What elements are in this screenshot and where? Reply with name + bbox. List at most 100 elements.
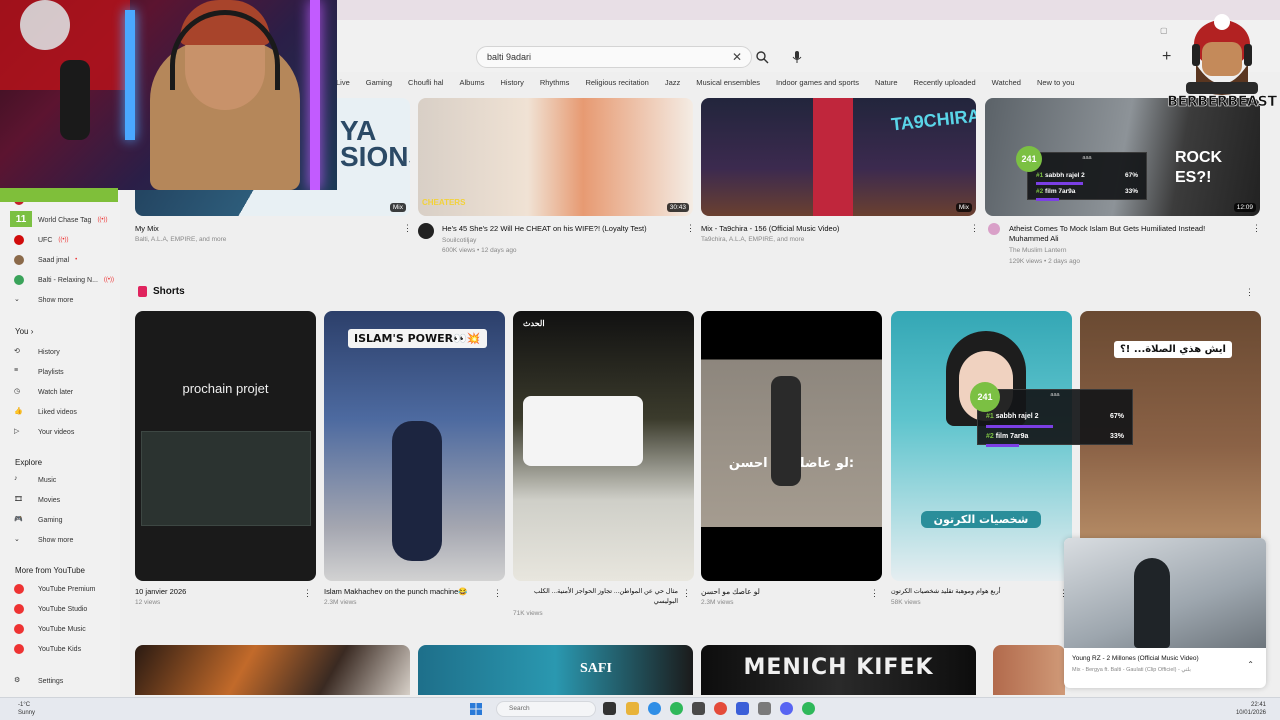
sidebar-show-more[interactable]: ⌄ Show more (14, 295, 73, 305)
chip[interactable]: Recently uploaded (914, 78, 976, 92)
more-options-icon[interactable]: ⋮ (303, 588, 312, 599)
chrome-icon[interactable] (802, 702, 815, 715)
chip[interactable]: Indoor games and sports (776, 78, 859, 92)
chip[interactable]: Musical ensembles (696, 78, 760, 92)
sidebar-item-youtube-kids[interactable]: YouTube Kids (14, 644, 81, 654)
chip[interactable]: History (501, 78, 524, 92)
video-channel[interactable]: Ta9chira, A.L.A, EMPIRE, and more (701, 235, 804, 244)
mic-icon[interactable] (790, 50, 804, 64)
sidebar-item-history[interactable]: ⟲ History (14, 347, 60, 357)
app-icon[interactable] (758, 702, 771, 715)
chrome-icon[interactable] (670, 702, 683, 715)
short-title[interactable]: Islam Makhachev on the punch machine😂 (324, 587, 489, 597)
chip[interactable]: Jazz (665, 78, 680, 92)
sidebar-item-your-videos[interactable]: ▷ Your videos (14, 427, 74, 437)
short-thumbnail[interactable]: prochain projet (135, 311, 316, 581)
more-options-icon[interactable]: ⋮ (970, 223, 979, 234)
video-channel[interactable]: Souilcotiljay (442, 236, 476, 245)
short-overlay-text: ISLAM'S POWER👀💥 (348, 329, 487, 348)
more-options-icon[interactable]: ⋮ (682, 588, 691, 599)
video-thumbnail[interactable]: TA9CHIRA Mix (701, 98, 976, 216)
sidebar-item-playlists[interactable]: ≡ Playlists (14, 367, 64, 377)
mini-player-title[interactable]: Young RZ - 2 Millones (Official Music Vi… (1072, 655, 1199, 662)
video-stats: 600K views • 12 days ago (442, 247, 517, 254)
webcam-overlay (0, 0, 337, 190)
video-icon: ▷ (14, 428, 20, 435)
taskbar-clock[interactable]: 22:41 10/01/2026 (1236, 701, 1266, 717)
task-view-icon[interactable] (603, 702, 616, 715)
history-icon: ⟲ (14, 348, 20, 355)
short-title[interactable]: لو عاصك مو احسن (701, 587, 866, 597)
chip[interactable]: Nature (875, 78, 898, 92)
short-thumbnail[interactable]: ISLAM'S POWER👀💥 (324, 311, 505, 581)
sidebar-you-heading[interactable]: You › (15, 327, 33, 336)
short-title[interactable]: مثال حي عن المواطن... تجاوز الحواجز الأم… (513, 587, 678, 607)
sidebar-item-movies[interactable]: 🎞 Movies (14, 495, 60, 505)
video-thumbnail[interactable] (135, 645, 410, 695)
weather-widget[interactable]: -1°C Sunny (18, 701, 35, 717)
short-title[interactable]: أربع هوام وموهبة تقليد شخصيات الكرتون (891, 587, 1056, 597)
sidebar-item-youtube-studio[interactable]: YouTube Studio (14, 604, 87, 614)
video-title[interactable]: Atheist Comes To Mock Islam But Gets Hum… (1009, 224, 1244, 244)
short-thumbnail[interactable]: الحدث (513, 311, 694, 581)
sidebar-item-liked-videos[interactable]: 👍 Liked videos (14, 407, 77, 417)
chip[interactable]: Watched (992, 78, 1021, 92)
sidebar-item-youtube-premium[interactable]: YouTube Premium (14, 584, 95, 594)
clear-search-icon[interactable]: ✕ (732, 50, 742, 64)
more-options-icon[interactable]: ⋮ (686, 223, 695, 234)
sidebar-show-more[interactable]: ⌄ Show more (14, 535, 73, 545)
video-thumbnail[interactable]: MENICH KIFEK (701, 645, 976, 695)
more-options-icon[interactable]: ⋮ (870, 588, 879, 599)
video-title[interactable]: He's 45 She's 22 Will He CHEAT on his WI… (442, 224, 682, 234)
sidebar-item-music[interactable]: ♪ Music (14, 475, 56, 485)
more-options-icon[interactable]: ⋮ (403, 223, 412, 234)
file-explorer-icon[interactable] (626, 702, 639, 715)
video-thumbnail[interactable]: CHEATERS 30:43 (418, 98, 693, 216)
chip[interactable]: New to you (1037, 78, 1075, 92)
sidebar-item-settings[interactable]: ⚙ Settings (14, 676, 63, 686)
video-thumbnail[interactable] (993, 645, 1065, 695)
chevron-up-icon[interactable]: ⌃ (1247, 660, 1254, 669)
short-thumbnail[interactable]: شخصيات الكرتون (891, 311, 1072, 581)
more-options-icon[interactable]: ⋮ (1252, 223, 1261, 234)
sidebar-item-watch-later[interactable]: ◷ Watch later (14, 387, 73, 397)
discord-icon[interactable] (780, 702, 793, 715)
sidebar-item-youtube-music[interactable]: YouTube Music (14, 624, 86, 634)
edge-icon[interactable] (648, 702, 661, 715)
thumbnail-text: YA SIONS (340, 115, 410, 172)
windows-start-icon[interactable] (470, 703, 482, 715)
short-thumbnail[interactable]: لو عاضك مو احسن: (701, 311, 882, 581)
video-thumbnail[interactable]: SAFI (418, 645, 693, 695)
taskbar-search-input[interactable]: Search (496, 701, 596, 717)
steam-icon[interactable] (692, 702, 705, 715)
mini-player[interactable]: Young RZ - 2 Millones (Official Music Vi… (1064, 538, 1266, 688)
sidebar-item-subscription[interactable]: Balti - Relaxing N... ((•)) (14, 275, 114, 285)
chip[interactable]: Rhythms (540, 78, 570, 92)
search-input[interactable]: balti 9adari (476, 46, 752, 68)
chip[interactable]: Religious recitation (585, 78, 648, 92)
sidebar-item-gaming[interactable]: 🎮 Gaming (14, 515, 63, 525)
app-icon[interactable] (714, 702, 727, 715)
channel-avatar[interactable] (988, 223, 1000, 235)
chip[interactable]: Albums (459, 78, 484, 92)
search-icon[interactable] (755, 50, 769, 64)
more-options-icon[interactable]: ⋮ (493, 588, 502, 599)
channel-avatar[interactable] (418, 223, 434, 239)
video-stats: 129K views • 2 days ago (1009, 258, 1080, 265)
chip[interactable]: Gaming (366, 78, 392, 92)
chip[interactable]: Live (336, 78, 350, 92)
more-options-icon[interactable]: ⋮ (1245, 287, 1254, 298)
video-title[interactable]: Mix - Ta9chira - 156 (Official Music Vid… (701, 224, 951, 234)
mini-player-video[interactable] (1064, 538, 1266, 648)
shorts-heading: Shorts (138, 286, 185, 297)
chip[interactable]: Choufli hal (408, 78, 443, 92)
sidebar-item-subscription[interactable]: Saad jmal • (14, 255, 77, 265)
clock-icon: ◷ (14, 388, 21, 395)
sidebar-item-subscription[interactable]: UFC ((•)) (14, 235, 68, 245)
short-title[interactable]: 10 janvier 2026 (135, 587, 300, 597)
video-channel[interactable]: Balti, A.L.A, EMPIRE, and more (135, 235, 226, 244)
app-icon[interactable] (736, 702, 749, 715)
short-overlay-text: ايش هذي الصلاة... !؟ (1114, 341, 1232, 358)
video-channel[interactable]: The Muslim Lantern (1009, 246, 1066, 255)
video-title[interactable]: My Mix (135, 224, 385, 234)
